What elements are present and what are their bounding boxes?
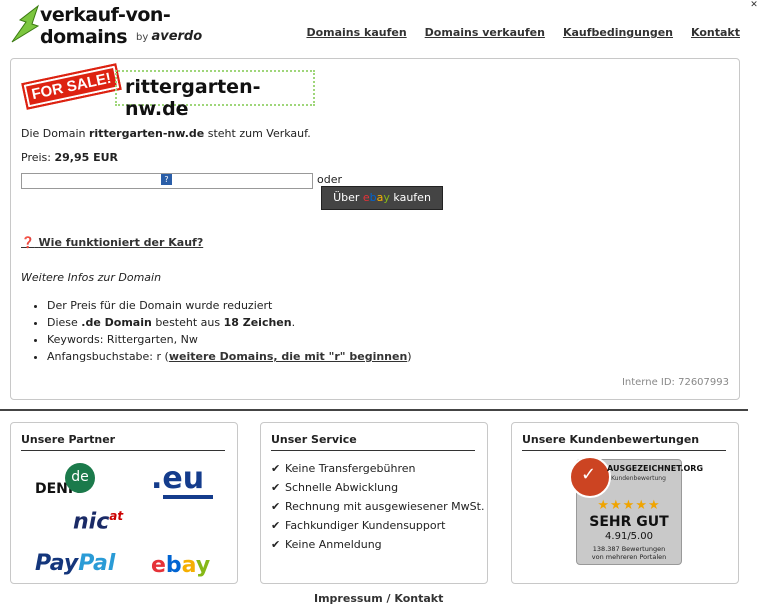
eu-logo-icon[interactable]: .eu <box>151 461 204 496</box>
partners-panel: Unsere Partner DENIC de .eu nicat PayPal… <box>10 422 238 584</box>
price-value: 29,95 EUR <box>54 151 119 164</box>
check-icon: ✔ <box>271 462 281 475</box>
price: Preis: 29,95 EUR <box>21 151 119 164</box>
check-icon: ✔ <box>271 519 281 532</box>
service-list: ✔ Keine Transfergebühren ✔ Schnelle Abwick… <box>271 459 484 554</box>
divider <box>0 409 748 411</box>
denic-de-badge-icon: de <box>65 463 95 493</box>
rating-brand-sub: Kundenbewertung <box>611 475 666 482</box>
nav-domains-kaufen[interactable]: Domains kaufen <box>306 26 406 39</box>
service-panel: Unser Service ✔ Keine Transfergebühren ✔ S… <box>260 422 488 584</box>
rating-grade: SEHR GUT <box>589 514 669 530</box>
nav-kontakt[interactable]: Kontakt <box>691 26 740 39</box>
site-logo[interactable]: verkauf-von-domains by averdo <box>8 2 208 48</box>
internal-id: Interne ID: 72607993 <box>621 377 729 388</box>
eu-underline <box>163 495 213 499</box>
more-info-heading: Weitere Infos zur Domain <box>21 271 162 284</box>
for-sale-stamp: FOR SALE! <box>21 63 122 110</box>
logo-by: by averdo <box>136 29 203 44</box>
rating-score: 4.91/5.00 <box>605 531 653 542</box>
rating-widget[interactable]: AUSGEZEICHNET.ORG Kundenbewertung ★★★★★ … <box>569 456 703 565</box>
reviews-title: Unsere Kundenbewertungen <box>522 433 726 451</box>
more-domains-link[interactable]: weitere Domains, die mit "r" beginnen <box>169 350 407 363</box>
paypal-logo-icon[interactable]: PayPal <box>35 551 115 576</box>
seal-check-icon <box>569 456 611 498</box>
list-item: ✔ Rechnung mit ausgewiesener MwSt. <box>271 497 484 516</box>
list-item: ✔ Schnelle Abwicklung <box>271 478 484 497</box>
ebay-logo-icon[interactable]: ebay <box>151 553 210 578</box>
service-title: Unser Service <box>271 433 475 451</box>
check-icon: ✔ <box>271 500 281 513</box>
domain-title-box: rittergarten-nw.de <box>115 70 315 120</box>
list-item: Anfangsbuchstabe: r (weitere Domains, di… <box>47 348 412 365</box>
or-label: oder <box>317 173 343 186</box>
buy-via-ebay-button[interactable]: Über ebay kaufen <box>321 186 443 210</box>
domain-offer-box: FOR SALE! rittergarten-nw.de Die Domain … <box>10 58 740 400</box>
rating-brand: AUSGEZEICHNET.ORG <box>607 464 704 473</box>
nav-domains-verkaufen[interactable]: Domains verkaufen <box>425 26 545 39</box>
domain-info-list: Der Preis für die Domain wurde reduziert… <box>35 297 412 365</box>
list-item: Diese .de Domain besteht aus 18 Zeichen. <box>47 314 412 331</box>
check-icon: ✔ <box>271 481 281 494</box>
info-icon[interactable]: ? <box>161 174 172 185</box>
domain-title: rittergarten-nw.de <box>125 76 261 120</box>
top-nav: Domains kaufen Domains verkaufen Kaufbed… <box>306 26 740 39</box>
domain-description: Die Domain rittergarten-nw.de steht zum … <box>21 127 311 140</box>
list-item: Keywords: Rittergarten, Nw <box>47 331 412 348</box>
nav-kaufbedingungen[interactable]: Kaufbedingungen <box>563 26 673 39</box>
rating-stars-icon: ★★★★★ <box>597 498 661 513</box>
partners-title: Unsere Partner <box>21 433 225 451</box>
header: verkauf-von-domains by averdo Domains ka… <box>0 0 760 50</box>
footer-link[interactable]: Impressum / Kontakt <box>314 592 443 605</box>
list-item: ✔ Keine Anmeldung <box>271 535 484 554</box>
arrow-logo-icon <box>11 4 40 43</box>
ebay-logo-icon: ebay <box>362 191 390 204</box>
list-item: Der Preis für die Domain wurde reduziert <box>47 297 412 314</box>
check-icon: ✔ <box>271 538 281 551</box>
how-purchase-works-link[interactable]: ❓ Wie funktioniert der Kauf? <box>21 236 203 249</box>
rating-count: 138.387 Bewertungen von mehreren Portale… <box>591 545 667 561</box>
help-icon: ❓ <box>21 236 35 249</box>
list-item: ✔ Fachkundiger Kundensupport <box>271 516 484 535</box>
list-item: ✔ Keine Transfergebühren <box>271 459 484 478</box>
reviews-panel: Unsere Kundenbewertungen AUSGEZEICHNET.O… <box>511 422 739 584</box>
nicat-logo-icon[interactable]: nicat <box>73 509 123 534</box>
